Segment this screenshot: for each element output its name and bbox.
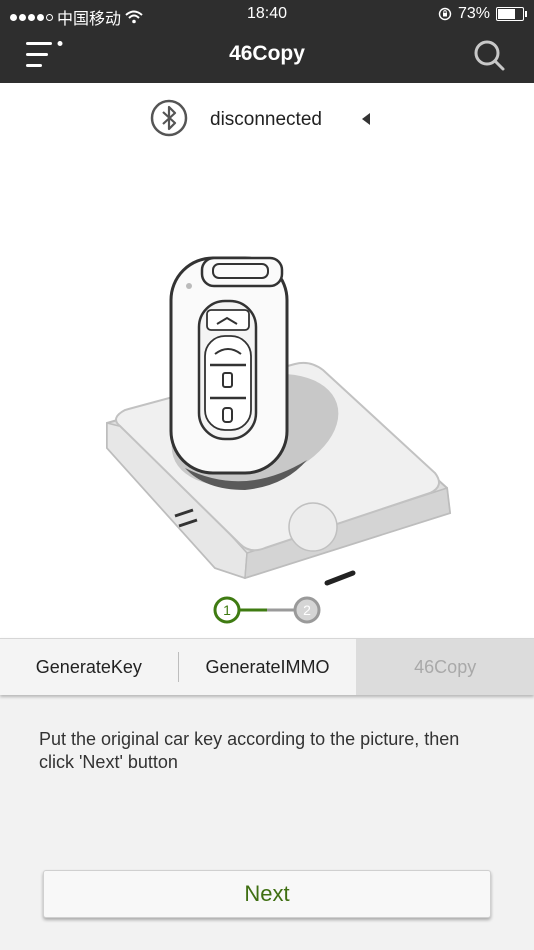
battery-icon: [496, 7, 527, 21]
tab-generateimmo[interactable]: GenerateIMMO: [179, 639, 357, 695]
connection-status: disconnected: [210, 109, 322, 130]
tab-label: 46Copy: [414, 656, 477, 677]
caret-left-icon[interactable]: [360, 111, 372, 127]
mode-tabs: GenerateKey GenerateIMMO 46Copy: [0, 638, 534, 695]
connection-row[interactable]: disconnected: [150, 99, 390, 139]
tab-generatekey[interactable]: GenerateKey: [0, 639, 178, 695]
main-content: disconnected 1 2: [0, 83, 534, 638]
search-icon[interactable]: [472, 38, 506, 72]
status-right: 73%: [438, 5, 527, 23]
step-indicator: 1 2: [213, 596, 321, 624]
status-bar: 中国移动 18:40 73%: [0, 0, 534, 28]
next-button[interactable]: Next: [43, 870, 491, 918]
device-illustration: [106, 256, 452, 586]
next-button-label: Next: [244, 881, 290, 906]
bluetooth-icon: [150, 99, 188, 137]
tab-label: GenerateIMMO: [205, 656, 330, 677]
orientation-lock-icon: [438, 7, 452, 21]
instruction-text: Put the original car key according to th…: [39, 729, 460, 772]
step-2-label: 2: [303, 602, 311, 618]
battery-percent: 73%: [457, 5, 490, 22]
step-1-label: 1: [223, 602, 231, 618]
tab-label: GenerateKey: [35, 656, 142, 677]
page-title: 46Copy: [229, 42, 305, 65]
tab-46copy[interactable]: 46Copy: [356, 639, 534, 695]
nav-bar: 46Copy: [0, 28, 534, 83]
top-bar: 中国移动 18:40 73% 46Copy: [0, 0, 534, 83]
